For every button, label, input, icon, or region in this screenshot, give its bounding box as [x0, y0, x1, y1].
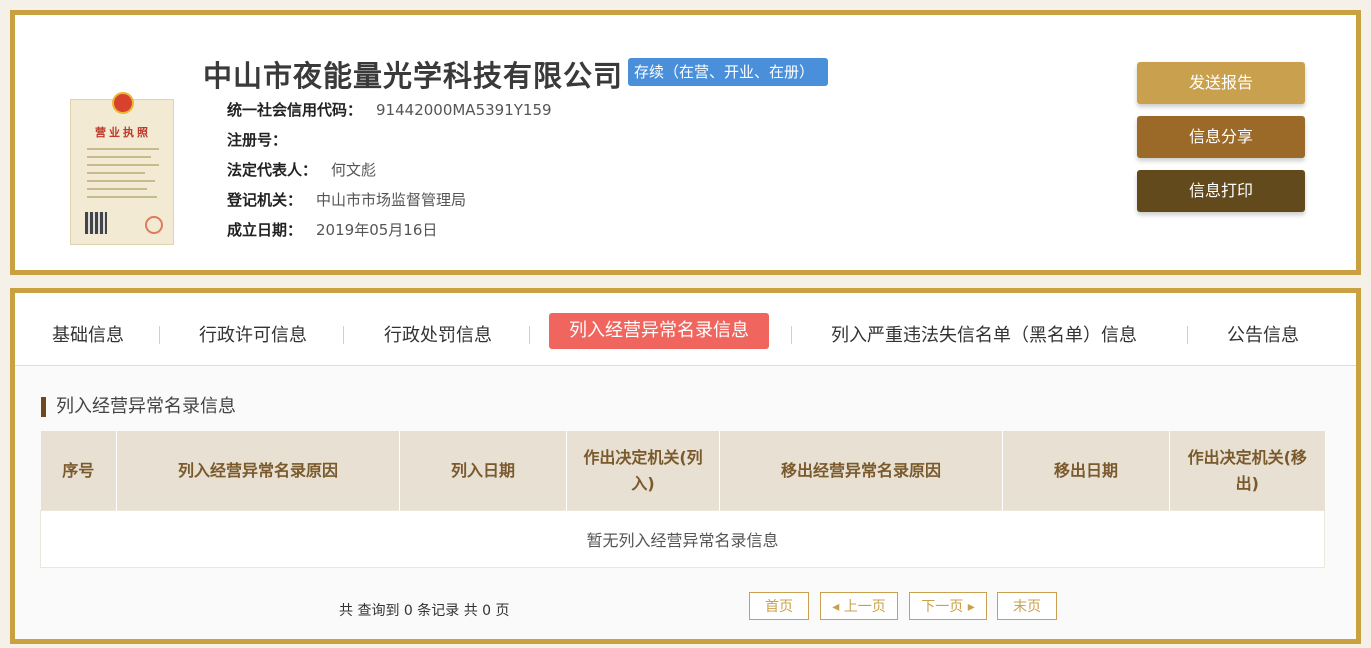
tab-separator [791, 326, 792, 344]
col-removal-authority: 作出决定机关(移出) [1169, 431, 1325, 511]
section-title: 列入经营异常名录信息 [41, 397, 236, 417]
record-summary: 共 查询到 0 条记录 共 0 页 [339, 603, 510, 619]
col-listing-date: 列入日期 [399, 431, 567, 511]
col-removal-reason: 移出经营异常名录原因 [719, 431, 1003, 511]
tab-separator [1187, 326, 1188, 344]
qr-code-icon [85, 212, 107, 234]
company-name: 中山市夜能量光学科技有限公司 [203, 59, 624, 93]
tab-separator [159, 326, 160, 344]
col-removal-date: 移出日期 [1002, 431, 1170, 511]
tab-blacklist[interactable]: 列入严重违法失信名单（黑名单）信息 [831, 318, 1137, 354]
tab-announcement[interactable]: 公告信息 [1227, 318, 1299, 354]
tab-bar: 基础信息 行政许可信息 行政处罚信息 列入经营异常名录信息 列入严重违法失信名单… [15, 293, 1356, 366]
next-page-button[interactable]: 下一页 ▸ [909, 592, 987, 620]
tab-admin-penalty[interactable]: 行政处罚信息 [384, 318, 492, 354]
details-panel: 基础信息 行政许可信息 行政处罚信息 列入经营异常名录信息 列入严重违法失信名单… [10, 288, 1361, 644]
tab-separator [529, 326, 530, 344]
empty-message: 暂无列入经营异常名录信息 [40, 510, 1325, 568]
info-registration-number: 注册号： [227, 131, 288, 149]
share-info-button[interactable]: 信息分享 [1137, 116, 1305, 158]
info-credit-code: 统一社会信用代码： 91442000MA5391Y159 [227, 101, 552, 119]
seal-icon [145, 216, 163, 234]
company-header-panel: 营业执照 中山市夜能量光学科技有限公司 存续（在营、开业、在册） 统一社会信用代… [10, 10, 1361, 275]
first-page-button[interactable]: 首页 [749, 592, 809, 620]
table-row: 暂无列入经营异常名录信息 [40, 510, 1325, 568]
tab-separator [343, 326, 344, 344]
info-registration-authority: 登记机关： 中山市市场监督管理局 [227, 191, 467, 209]
license-title: 营业执照 [95, 126, 151, 139]
col-listing-authority: 作出决定机关(列入) [566, 431, 720, 511]
prev-page-button[interactable]: ◂ 上一页 [820, 592, 898, 620]
status-badge: 存续（在营、开业、在册） [628, 58, 829, 86]
info-legal-representative: 法定代表人： 何文彪 [227, 161, 377, 179]
send-report-button[interactable]: 发送报告 [1137, 62, 1305, 104]
tab-admin-license[interactable]: 行政许可信息 [199, 318, 307, 354]
business-license-image: 营业执照 [70, 92, 174, 245]
last-page-button[interactable]: 末页 [997, 592, 1057, 620]
col-listing-reason: 列入经营异常名录原因 [116, 431, 400, 511]
info-establishment-date: 成立日期： 2019年05月16日 [227, 221, 438, 239]
col-index: 序号 [40, 431, 117, 511]
table-header-row: 序号 列入经营异常名录原因 列入日期 作出决定机关(列入) 移出经营异常名录原因… [40, 431, 1325, 511]
abnormal-operation-table: 序号 列入经营异常名录原因 列入日期 作出决定机关(列入) 移出经营异常名录原因… [40, 431, 1325, 568]
tab-abnormal-operation[interactable]: 列入经营异常名录信息 [549, 313, 769, 349]
print-info-button[interactable]: 信息打印 [1137, 170, 1305, 212]
tab-basic-info[interactable]: 基础信息 [52, 318, 124, 354]
national-emblem-icon [112, 92, 134, 114]
